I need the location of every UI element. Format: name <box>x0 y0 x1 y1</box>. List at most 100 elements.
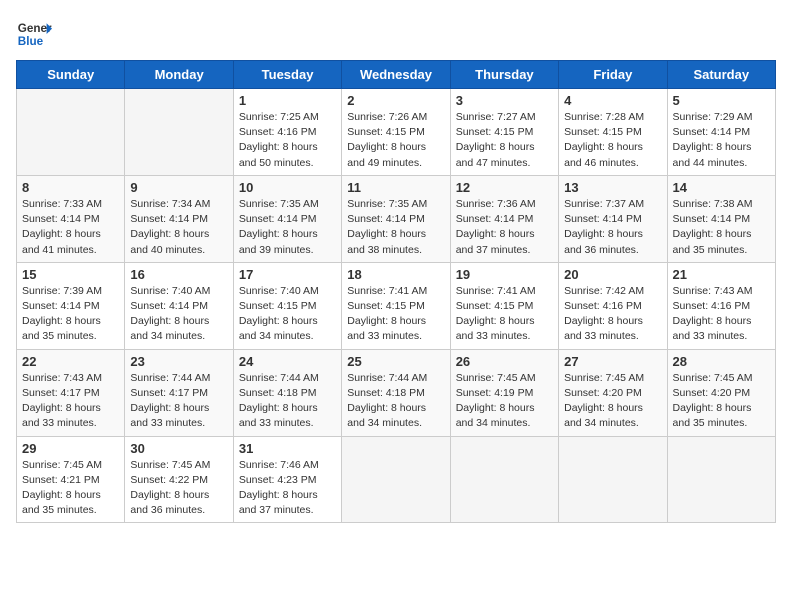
day-info: Sunrise: 7:44 AMSunset: 4:18 PMDaylight:… <box>239 371 336 432</box>
calendar-cell <box>450 436 558 523</box>
day-info: Sunrise: 7:40 AMSunset: 4:14 PMDaylight:… <box>130 284 227 345</box>
calendar-cell: 26 Sunrise: 7:45 AMSunset: 4:19 PMDayligh… <box>450 349 558 436</box>
day-number: 23 <box>130 354 227 369</box>
calendar-cell: 17Sunrise: 7:40 AMSunset: 4:15 PMDayligh… <box>233 262 341 349</box>
day-info: Sunrise: 7:28 AMSunset: 4:15 PMDaylight:… <box>564 110 661 171</box>
calendar-cell: 12Sunrise: 7:36 AMSunset: 4:14 PMDayligh… <box>450 175 558 262</box>
page-header: General Blue <box>16 16 776 52</box>
calendar-cell <box>125 89 233 176</box>
day-number: 24 <box>239 354 336 369</box>
calendar-cell: 11 Sunrise: 7:35 AMSunset: 4:14 PMDayligh… <box>342 175 450 262</box>
calendar-week-1: 1 Sunrise: 7:25 AMSunset: 4:16 PMDaylight… <box>17 89 776 176</box>
calendar-cell: 2 Sunrise: 7:26 AMSunset: 4:15 PMDaylight… <box>342 89 450 176</box>
day-info: Sunrise: 7:45 AMSunset: 4:19 PMDaylight:… <box>456 371 553 432</box>
calendar-header-tuesday: Tuesday <box>233 61 341 89</box>
day-info: Sunrise: 7:38 AMSunset: 4:14 PMDaylight:… <box>673 197 770 258</box>
calendar-cell: 13 Sunrise: 7:37 AMSunset: 4:14 PMDayligh… <box>559 175 667 262</box>
calendar-week-4: 22Sunrise: 7:43 AMSunset: 4:17 PMDayligh… <box>17 349 776 436</box>
day-info: Sunrise: 7:43 AMSunset: 4:16 PMDaylight:… <box>673 284 770 345</box>
calendar-header-monday: Monday <box>125 61 233 89</box>
calendar-cell: 21 Sunrise: 7:43 AMSunset: 4:16 PMDayligh… <box>667 262 775 349</box>
day-info: Sunrise: 7:37 AMSunset: 4:14 PMDaylight:… <box>564 197 661 258</box>
day-info: Sunrise: 7:25 AMSunset: 4:16 PMDaylight:… <box>239 110 336 171</box>
calendar-cell: 14 Sunrise: 7:38 AMSunset: 4:14 PMDayligh… <box>667 175 775 262</box>
calendar-week-5: 29 Sunrise: 7:45 AMSunset: 4:21 PMDayligh… <box>17 436 776 523</box>
day-number: 8 <box>22 180 119 195</box>
day-info: Sunrise: 7:35 AMSunset: 4:14 PMDaylight:… <box>347 197 444 258</box>
day-info: Sunrise: 7:45 AMSunset: 4:20 PMDaylight:… <box>564 371 661 432</box>
logo: General Blue <box>16 16 52 52</box>
calendar-cell: 4 Sunrise: 7:28 AMSunset: 4:15 PMDaylight… <box>559 89 667 176</box>
calendar-cell: 3 Sunrise: 7:27 AMSunset: 4:15 PMDaylight… <box>450 89 558 176</box>
day-info: Sunrise: 7:39 AMSunset: 4:14 PMDaylight:… <box>22 284 119 345</box>
day-info: Sunrise: 7:44 AMSunset: 4:18 PMDaylight:… <box>347 371 444 432</box>
day-number: 5 <box>673 93 770 108</box>
day-number: 4 <box>564 93 661 108</box>
day-info: Sunrise: 7:44 AMSunset: 4:17 PMDaylight:… <box>130 371 227 432</box>
day-number: 26 <box>456 354 553 369</box>
calendar-cell: 16 Sunrise: 7:40 AMSunset: 4:14 PMDayligh… <box>125 262 233 349</box>
day-info: Sunrise: 7:41 AMSunset: 4:15 PMDaylight:… <box>347 284 444 345</box>
day-number: 2 <box>347 93 444 108</box>
day-number: 16 <box>130 267 227 282</box>
day-info: Sunrise: 7:45 AMSunset: 4:20 PMDaylight:… <box>673 371 770 432</box>
day-info: Sunrise: 7:36 AMSunset: 4:14 PMDaylight:… <box>456 197 553 258</box>
day-number: 25 <box>347 354 444 369</box>
day-number: 20 <box>564 267 661 282</box>
calendar-cell: 1 Sunrise: 7:25 AMSunset: 4:16 PMDaylight… <box>233 89 341 176</box>
day-info: Sunrise: 7:46 AMSunset: 4:23 PMDaylight:… <box>239 458 336 519</box>
day-info: Sunrise: 7:34 AMSunset: 4:14 PMDaylight:… <box>130 197 227 258</box>
calendar-cell: 29 Sunrise: 7:45 AMSunset: 4:21 PMDayligh… <box>17 436 125 523</box>
day-info: Sunrise: 7:45 AMSunset: 4:22 PMDaylight:… <box>130 458 227 519</box>
calendar-header-row: SundayMondayTuesdayWednesdayThursdayFrid… <box>17 61 776 89</box>
day-number: 10 <box>239 180 336 195</box>
calendar-cell: 31 Sunrise: 7:46 AMSunset: 4:23 PMDayligh… <box>233 436 341 523</box>
day-number: 21 <box>673 267 770 282</box>
svg-text:Blue: Blue <box>18 35 44 48</box>
day-number: 29 <box>22 441 119 456</box>
day-number: 15 <box>22 267 119 282</box>
calendar-cell: 28 Sunrise: 7:45 AMSunset: 4:20 PMDayligh… <box>667 349 775 436</box>
calendar-cell: 15 Sunrise: 7:39 AMSunset: 4:14 PMDayligh… <box>17 262 125 349</box>
day-number: 17 <box>239 267 336 282</box>
day-number: 3 <box>456 93 553 108</box>
calendar-cell <box>667 436 775 523</box>
calendar-header-wednesday: Wednesday <box>342 61 450 89</box>
calendar-table: SundayMondayTuesdayWednesdayThursdayFrid… <box>16 60 776 523</box>
logo-icon: General Blue <box>16 16 52 52</box>
calendar-cell: 25 Sunrise: 7:44 AMSunset: 4:18 PMDayligh… <box>342 349 450 436</box>
calendar-header-saturday: Saturday <box>667 61 775 89</box>
calendar-week-2: 8 Sunrise: 7:33 AMSunset: 4:14 PMDaylight… <box>17 175 776 262</box>
calendar-cell: 30 Sunrise: 7:45 AMSunset: 4:22 PMDayligh… <box>125 436 233 523</box>
calendar-cell: 22Sunrise: 7:43 AMSunset: 4:17 PMDayligh… <box>17 349 125 436</box>
calendar-cell: 8 Sunrise: 7:33 AMSunset: 4:14 PMDaylight… <box>17 175 125 262</box>
day-info: Sunrise: 7:33 AMSunset: 4:14 PMDaylight:… <box>22 197 119 258</box>
calendar-header-sunday: Sunday <box>17 61 125 89</box>
day-number: 9 <box>130 180 227 195</box>
day-info: Sunrise: 7:35 AMSunset: 4:14 PMDaylight:… <box>239 197 336 258</box>
day-number: 1 <box>239 93 336 108</box>
day-number: 19 <box>456 267 553 282</box>
calendar-header-friday: Friday <box>559 61 667 89</box>
day-number: 27 <box>564 354 661 369</box>
day-info: Sunrise: 7:26 AMSunset: 4:15 PMDaylight:… <box>347 110 444 171</box>
calendar-cell: 9 Sunrise: 7:34 AMSunset: 4:14 PMDaylight… <box>125 175 233 262</box>
calendar-cell <box>559 436 667 523</box>
day-number: 11 <box>347 180 444 195</box>
day-info: Sunrise: 7:27 AMSunset: 4:15 PMDaylight:… <box>456 110 553 171</box>
day-info: Sunrise: 7:45 AMSunset: 4:21 PMDaylight:… <box>22 458 119 519</box>
calendar-cell: 10 Sunrise: 7:35 AMSunset: 4:14 PMDayligh… <box>233 175 341 262</box>
calendar-cell <box>342 436 450 523</box>
calendar-cell: 23 Sunrise: 7:44 AMSunset: 4:17 PMDayligh… <box>125 349 233 436</box>
day-info: Sunrise: 7:29 AMSunset: 4:14 PMDaylight:… <box>673 110 770 171</box>
day-number: 13 <box>564 180 661 195</box>
day-number: 31 <box>239 441 336 456</box>
day-number: 14 <box>673 180 770 195</box>
day-number: 30 <box>130 441 227 456</box>
calendar-cell: 5 Sunrise: 7:29 AMSunset: 4:14 PMDaylight… <box>667 89 775 176</box>
day-number: 28 <box>673 354 770 369</box>
calendar-cell: 24 Sunrise: 7:44 AMSunset: 4:18 PMDayligh… <box>233 349 341 436</box>
calendar-cell: 20 Sunrise: 7:42 AMSunset: 4:16 PMDayligh… <box>559 262 667 349</box>
day-info: Sunrise: 7:41 AMSunset: 4:15 PMDaylight:… <box>456 284 553 345</box>
day-info: Sunrise: 7:42 AMSunset: 4:16 PMDaylight:… <box>564 284 661 345</box>
